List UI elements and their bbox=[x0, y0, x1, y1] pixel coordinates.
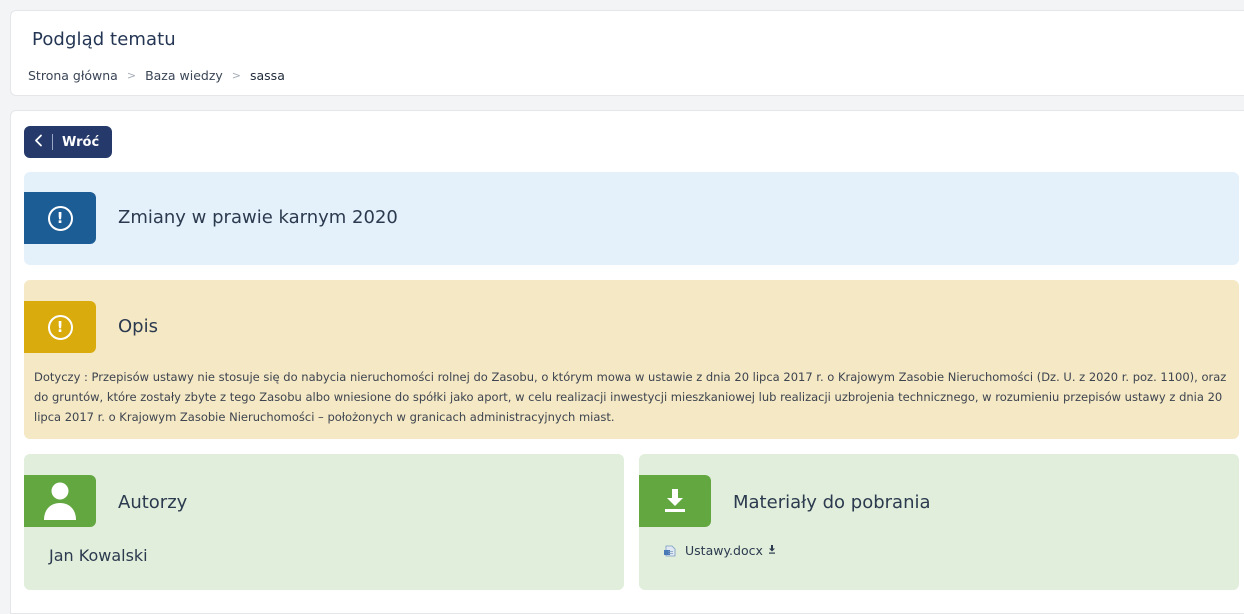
topic-badge: ! bbox=[24, 192, 96, 244]
description-title: Opis bbox=[118, 316, 158, 337]
authors-title: Autorzy bbox=[118, 492, 188, 513]
chevron-left-icon bbox=[34, 134, 43, 150]
breadcrumb-home[interactable]: Strona główna bbox=[28, 68, 118, 83]
breadcrumb-current: sassa bbox=[250, 68, 285, 83]
description-text: Dotyczy : Przepisów ustawy nie stosuje s… bbox=[34, 370, 1227, 424]
topic-content: Wróć ! Zmiany w prawie karnym 2020 ! Opi… bbox=[10, 110, 1244, 614]
description-badge: ! bbox=[24, 301, 96, 353]
user-icon bbox=[44, 482, 76, 520]
breadcrumb-separator-icon: > bbox=[231, 69, 241, 82]
back-button[interactable]: Wróć bbox=[24, 126, 112, 158]
breadcrumb: Strona główna > Baza wiedzy > sassa bbox=[28, 68, 285, 83]
page-header: Podgląd tematu Strona główna > Baza wied… bbox=[10, 10, 1244, 96]
description-panel: ! Opis Dotyczy : Przepisów ustawy nie st… bbox=[24, 280, 1239, 439]
authors-badge bbox=[24, 475, 96, 527]
exclamation-circle-icon: ! bbox=[47, 205, 73, 231]
materials-badge bbox=[639, 475, 711, 527]
button-divider bbox=[52, 134, 53, 150]
file-link[interactable]: Ustawy.docx bbox=[663, 543, 776, 558]
topic-title: Zmiany w prawie karnym 2020 bbox=[118, 207, 398, 228]
authors-panel: Autorzy Jan Kowalski bbox=[24, 454, 624, 590]
download-icon bbox=[665, 489, 685, 512]
author-name: Jan Kowalski bbox=[49, 546, 148, 565]
file-name: Ustawy.docx bbox=[685, 543, 763, 558]
exclamation-circle-icon: ! bbox=[47, 314, 73, 340]
topic-title-panel: ! Zmiany w prawie karnym 2020 bbox=[24, 172, 1239, 265]
materials-panel: Materiały do pobrania Ustawy.docx bbox=[639, 454, 1239, 590]
back-button-label: Wróć bbox=[62, 134, 100, 150]
breadcrumb-separator-icon: > bbox=[126, 69, 137, 82]
download-icon[interactable] bbox=[768, 544, 776, 557]
materials-title: Materiały do pobrania bbox=[733, 492, 931, 513]
page-title: Podgląd tematu bbox=[32, 29, 176, 50]
breadcrumb-section[interactable]: Baza wiedzy bbox=[145, 68, 223, 83]
document-icon bbox=[664, 545, 676, 556]
